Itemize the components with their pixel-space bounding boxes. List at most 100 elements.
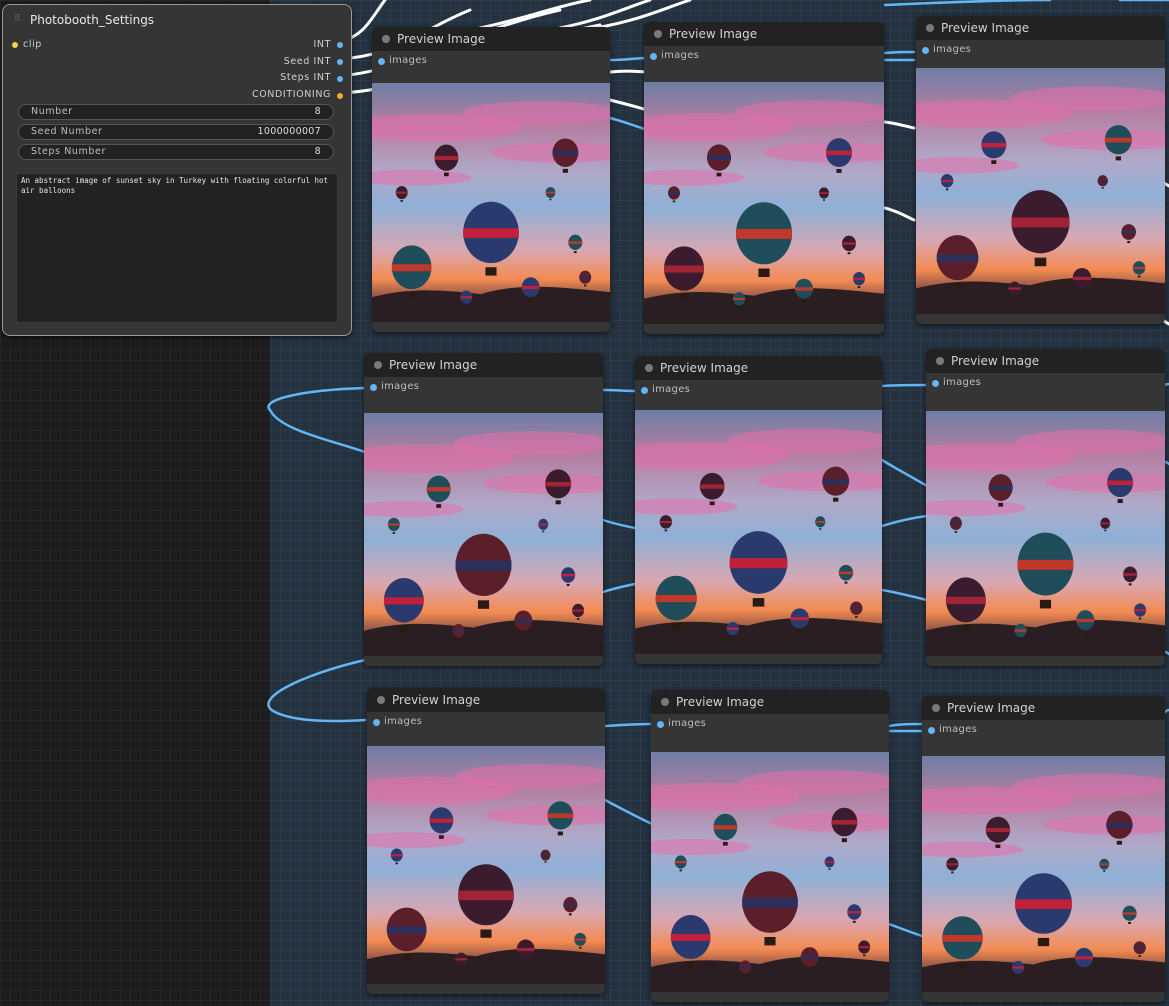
collapse-dot-icon[interactable] <box>382 35 390 43</box>
preview-image-node[interactable]: Preview Image images <box>372 27 610 332</box>
widget-label: Steps Number <box>31 146 106 157</box>
drag-handle-icon[interactable]: ⠿ <box>14 15 22 24</box>
graph-canvas[interactable]: ⠿ Photobooth_Settings clip INT Seed INT … <box>0 0 1169 1006</box>
slot-label: images <box>668 718 707 729</box>
collapse-dot-icon[interactable] <box>936 357 944 365</box>
preview-image-node[interactable]: Preview Image images <box>922 696 1165 1002</box>
balloon-shape <box>850 601 863 618</box>
preview-image-node[interactable]: Preview Image images <box>635 356 882 664</box>
preview-image <box>372 83 610 322</box>
balloons-illustration <box>926 429 1165 656</box>
balloon-shape <box>858 940 871 957</box>
node-title: Preview Image <box>660 361 749 375</box>
steps-number-widget[interactable]: Steps Number 8 <box>18 144 334 160</box>
collapse-dot-icon[interactable] <box>926 24 934 32</box>
clip-input-dot[interactable] <box>12 42 18 48</box>
cloud-shape <box>764 142 884 163</box>
balloon-shape <box>390 848 403 865</box>
slot-label: images <box>381 381 420 392</box>
node-title-bar[interactable]: Preview Image <box>635 356 882 380</box>
preview-image-node[interactable]: Preview Image images <box>926 349 1165 666</box>
input-dot-icon[interactable] <box>373 719 380 726</box>
prompt-textarea[interactable]: An abstract image of sunset sky in Turke… <box>16 173 338 323</box>
preview-image-node[interactable]: Preview Image images <box>644 22 884 334</box>
node-title-bar[interactable]: Preview Image <box>644 22 884 46</box>
hills-shape <box>364 620 603 656</box>
steps-int-output-dot[interactable] <box>337 76 343 82</box>
input-dot-icon[interactable] <box>922 47 929 54</box>
node-title-bar[interactable]: Preview Image <box>651 690 889 714</box>
collapse-dot-icon[interactable] <box>932 704 940 712</box>
collapse-dot-icon[interactable] <box>374 361 382 369</box>
input-dot-icon[interactable] <box>370 384 377 391</box>
balloon-shape <box>668 186 680 203</box>
balloon-shape <box>1097 175 1108 189</box>
preview-image-node[interactable]: Preview Image images <box>651 690 889 1002</box>
balloon-shape <box>579 270 592 287</box>
widget-value: 1000000007 <box>257 126 321 137</box>
seed-int-output-label: Seed INT <box>283 56 331 67</box>
balloon-shape <box>538 518 549 533</box>
balloon-shape <box>815 516 826 530</box>
balloon-shape <box>831 807 858 843</box>
balloon-shape <box>949 516 962 533</box>
images-input-slot[interactable]: images <box>372 55 610 69</box>
node-title: Preview Image <box>941 21 1030 35</box>
input-dot-icon[interactable] <box>928 727 935 734</box>
slot-label: images <box>384 716 423 727</box>
conditioning-output-dot[interactable] <box>337 93 343 99</box>
input-dot-icon[interactable] <box>641 387 648 394</box>
input-dot-icon[interactable] <box>650 53 657 60</box>
conditioning-output-label: CONDITIONING <box>252 89 331 100</box>
steps-int-output-label: Steps INT <box>280 72 331 83</box>
int-output-dot[interactable] <box>337 42 343 48</box>
input-dot-icon[interactable] <box>657 721 664 728</box>
balloon-shape <box>547 801 574 836</box>
balloon-shape <box>729 531 788 607</box>
node-title-bar[interactable]: Preview Image <box>372 27 610 51</box>
preview-image <box>367 746 605 984</box>
images-input-slot[interactable]: images <box>644 50 884 64</box>
balloon-shape <box>1133 941 1146 957</box>
collapse-dot-icon[interactable] <box>654 30 662 38</box>
cloud-shape <box>651 839 751 855</box>
balloon-shape <box>942 916 983 969</box>
images-input-slot[interactable]: images <box>916 44 1165 58</box>
node-title-bar[interactable]: Preview Image <box>364 353 603 377</box>
collapse-dot-icon[interactable] <box>645 364 653 372</box>
photobooth-settings-node[interactable]: ⠿ Photobooth_Settings clip INT Seed INT … <box>2 4 352 336</box>
images-input-slot[interactable]: images <box>364 381 603 395</box>
balloon-shape <box>847 904 862 923</box>
balloons-illustration <box>651 770 889 992</box>
widget-value: 8 <box>314 106 321 117</box>
node-title-bar[interactable]: Preview Image <box>922 696 1165 720</box>
input-dot-icon[interactable] <box>378 58 385 65</box>
seed-number-widget[interactable]: Seed Number 1000000007 <box>18 124 334 140</box>
node-title-bar[interactable]: Preview Image <box>926 349 1165 373</box>
node-title-bar[interactable]: Preview Image <box>916 16 1165 40</box>
preview-image-node[interactable]: Preview Image images <box>367 688 605 994</box>
input-dot-icon[interactable] <box>932 380 939 387</box>
cloud-shape <box>916 157 1020 174</box>
seed-int-output-dot[interactable] <box>337 59 343 65</box>
images-input-slot[interactable]: images <box>367 716 605 730</box>
cloud-shape <box>770 812 889 832</box>
preview-image-node[interactable]: Preview Image images <box>364 353 603 666</box>
images-input-slot[interactable]: images <box>926 377 1165 391</box>
cloud-shape <box>635 498 738 515</box>
images-input-slot[interactable]: images <box>922 724 1165 738</box>
number-widget[interactable]: Number 8 <box>18 104 334 120</box>
balloon-shape <box>826 138 852 173</box>
balloon-shape <box>455 533 512 609</box>
preview-image-node[interactable]: Preview Image images <box>916 16 1165 324</box>
collapse-dot-icon[interactable] <box>377 696 385 704</box>
balloon-shape <box>540 849 551 863</box>
node-title: Preview Image <box>947 701 1036 715</box>
slot-label: images <box>943 377 982 388</box>
node-title-bar[interactable]: Preview Image <box>367 688 605 712</box>
images-input-slot[interactable]: images <box>635 384 882 398</box>
images-input-slot[interactable]: images <box>651 718 889 732</box>
balloon-shape <box>842 235 856 255</box>
collapse-dot-icon[interactable] <box>661 698 669 706</box>
cloud-shape <box>922 841 1024 858</box>
